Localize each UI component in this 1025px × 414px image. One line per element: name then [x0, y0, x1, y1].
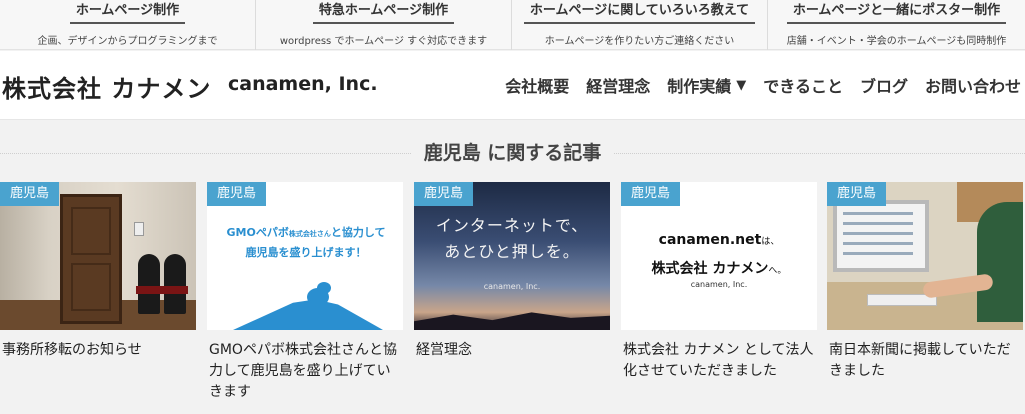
section-heading: 鹿児島 に関する記事	[0, 140, 1025, 166]
nav-item-label: お問い合わせ	[924, 77, 1021, 96]
topbar-item-web-production[interactable]: ホームページ制作 企画、デザインからプログラミングまで	[0, 0, 256, 50]
topbar-item-title: 特急ホームページ制作	[312, 3, 455, 24]
thumbnail-copy: あとひと押しを。	[444, 242, 580, 261]
monitor-row	[843, 242, 913, 245]
section-title-wrap: 鹿児島 に関する記事	[0, 140, 1025, 166]
topbar-item-subtitle: wordpress でホームページ すぐ対応できます	[279, 36, 488, 47]
section-title: 鹿児島 に関する記事	[411, 142, 614, 164]
thumbnail-text-small: は、	[761, 237, 780, 247]
article-card[interactable]: 鹿児島 事務所移転のお知らせ	[0, 182, 196, 361]
door-panel	[71, 263, 111, 311]
banner-text-small: 株式会社さん	[288, 230, 331, 238]
thumbnail-hills	[414, 312, 610, 330]
nav-item-services[interactable]: できること	[763, 73, 843, 97]
topbar-item-subtitle: 企画、デザインからプログラミングまで	[37, 36, 218, 47]
article-thumbnail[interactable]: 鹿児島	[827, 182, 1023, 330]
article-thumbnail[interactable]: canamen.netは、 株式会社 カナメンへ。 canamen, Inc. …	[621, 182, 817, 330]
monitor-row	[843, 222, 913, 225]
topbar-item-title: ホームページに関していろいろ教えて	[523, 3, 756, 24]
category-tag[interactable]: 鹿児島	[207, 182, 267, 206]
thumbnail-brand: canamen, Inc.	[483, 282, 541, 291]
article-card[interactable]: canamen.netは、 株式会社 カナメンへ。 canamen, Inc. …	[621, 182, 817, 382]
nav-item-blog[interactable]: ブログ	[860, 73, 908, 97]
thumbnail-person	[977, 202, 1023, 322]
article-title[interactable]: GMOペパボ株式会社さんと協力して鹿児島を盛り上げていきます	[207, 340, 403, 403]
category-tag[interactable]: 鹿児島	[827, 182, 887, 206]
nav-item-label: ブログ	[859, 77, 908, 96]
nav-item-contact[interactable]: お問い合わせ	[925, 73, 1021, 97]
article-card[interactable]: GMOペパボ株式会社さんと協力して 鹿児島を盛り上げます！ 鹿児島 GMOペパボ…	[207, 182, 403, 403]
thumbnail-door	[60, 194, 122, 324]
topbar-item-title: ホームページ制作	[69, 3, 186, 24]
article-thumbnail[interactable]: インターネットで、 あとひと押しを。 canamen, Inc. 鹿児島	[414, 182, 610, 330]
site-header: 株式会社 カナメン canamen, Inc. 会社概要 経営理念 制作実績 ▼ …	[0, 51, 1025, 120]
topbar-item-subtitle: 店舗・イベント・学会のホームページも同時制作	[786, 36, 1007, 47]
thumbnail-text: 株式会社 カナメン	[651, 261, 769, 277]
article-thumbnail[interactable]: 鹿児島	[0, 182, 196, 330]
thumbnail-copy: インターネットで、	[435, 216, 589, 235]
light-switch	[134, 222, 144, 236]
topbar-item-express-production[interactable]: 特急ホームページ制作 wordpress でホームページ すぐ対応できます	[256, 0, 512, 50]
article-thumbnail[interactable]: GMOペパボ株式会社さんと協力して 鹿児島を盛り上げます！ 鹿児島	[207, 182, 403, 330]
topbar-item-consultation[interactable]: ホームページに関していろいろ教えて ホームページを作りたい方ご連絡ください	[512, 0, 768, 50]
nav-item-philosophy[interactable]: 経営理念	[586, 73, 650, 97]
thumbnail-brand: canamen, Inc.	[690, 280, 748, 289]
banner-line: GMOペパボ株式会社さんと協力して	[215, 224, 397, 240]
chair-back	[164, 254, 186, 314]
article-card[interactable]: 鹿児島 南日本新聞に掲載していただきました	[827, 182, 1023, 382]
article-title[interactable]: 株式会社 カナメン として法人化させていただきました	[621, 340, 817, 382]
top-feature-bar: ホームページ制作 企画、デザインからプログラミングまで 特急ホームページ制作 w…	[0, 0, 1025, 50]
thumbnail-monitor	[833, 200, 929, 272]
banner-line: 鹿児島を盛り上げます！	[245, 246, 367, 259]
nav-item-label: 経営理念	[586, 77, 651, 96]
main-nav: 会社概要 経営理念 制作実績 ▼ できること ブログ お問い合わせ	[488, 73, 1021, 97]
nav-item-label: 制作実績	[667, 77, 732, 96]
door-panel	[71, 207, 111, 255]
article-title[interactable]: 南日本新聞に掲載していただきました	[827, 340, 1023, 382]
nav-item-works[interactable]: 制作実績 ▼	[667, 73, 746, 97]
chair-seat	[136, 286, 162, 294]
chair-back	[138, 254, 160, 314]
monitor-row	[843, 252, 913, 255]
banner-text: GMOペパボ	[226, 226, 289, 239]
topbar-item-poster-production[interactable]: ホームページと一緒にポスター制作 店舗・イベント・学会のホームページも同時制作	[768, 0, 1025, 50]
caret-down-icon: ▼	[736, 77, 747, 93]
category-tag[interactable]: 鹿児島	[414, 182, 474, 206]
thumbnail-text-small: へ。	[768, 266, 787, 276]
topbar-item-subtitle: ホームページを作りたい方ご連絡ください	[544, 36, 735, 47]
monitor-row	[843, 212, 913, 215]
nav-item-label: できること	[763, 77, 843, 96]
volcano-illustration	[233, 299, 383, 330]
site-logo[interactable]: 株式会社 カナメン	[2, 69, 211, 104]
nav-item-company[interactable]: 会社概要	[505, 73, 569, 97]
nav-item-label: 会社概要	[505, 77, 570, 96]
article-title[interactable]: 事務所移転のお知らせ	[0, 340, 196, 361]
article-card[interactable]: インターネットで、 あとひと押しを。 canamen, Inc. 鹿児島 経営理…	[414, 182, 610, 361]
thumbnail-line: 株式会社 カナメンへ。	[621, 258, 817, 278]
article-title[interactable]: 経営理念	[414, 340, 610, 361]
category-tag[interactable]: 鹿児島	[0, 182, 60, 206]
topbar-item-title: ホームページと一緒にポスター制作	[786, 3, 1007, 24]
banner-text: と協力して	[330, 226, 386, 239]
site-logo-english[interactable]: canamen, Inc.	[228, 73, 378, 95]
monitor-row	[843, 232, 913, 235]
thumbnail-line: canamen.netは、	[621, 232, 817, 248]
volcano-smoke	[317, 282, 331, 294]
thumbnail-text: canamen.net	[658, 232, 762, 248]
category-tag[interactable]: 鹿児島	[621, 182, 681, 206]
chair-seat	[162, 286, 188, 294]
